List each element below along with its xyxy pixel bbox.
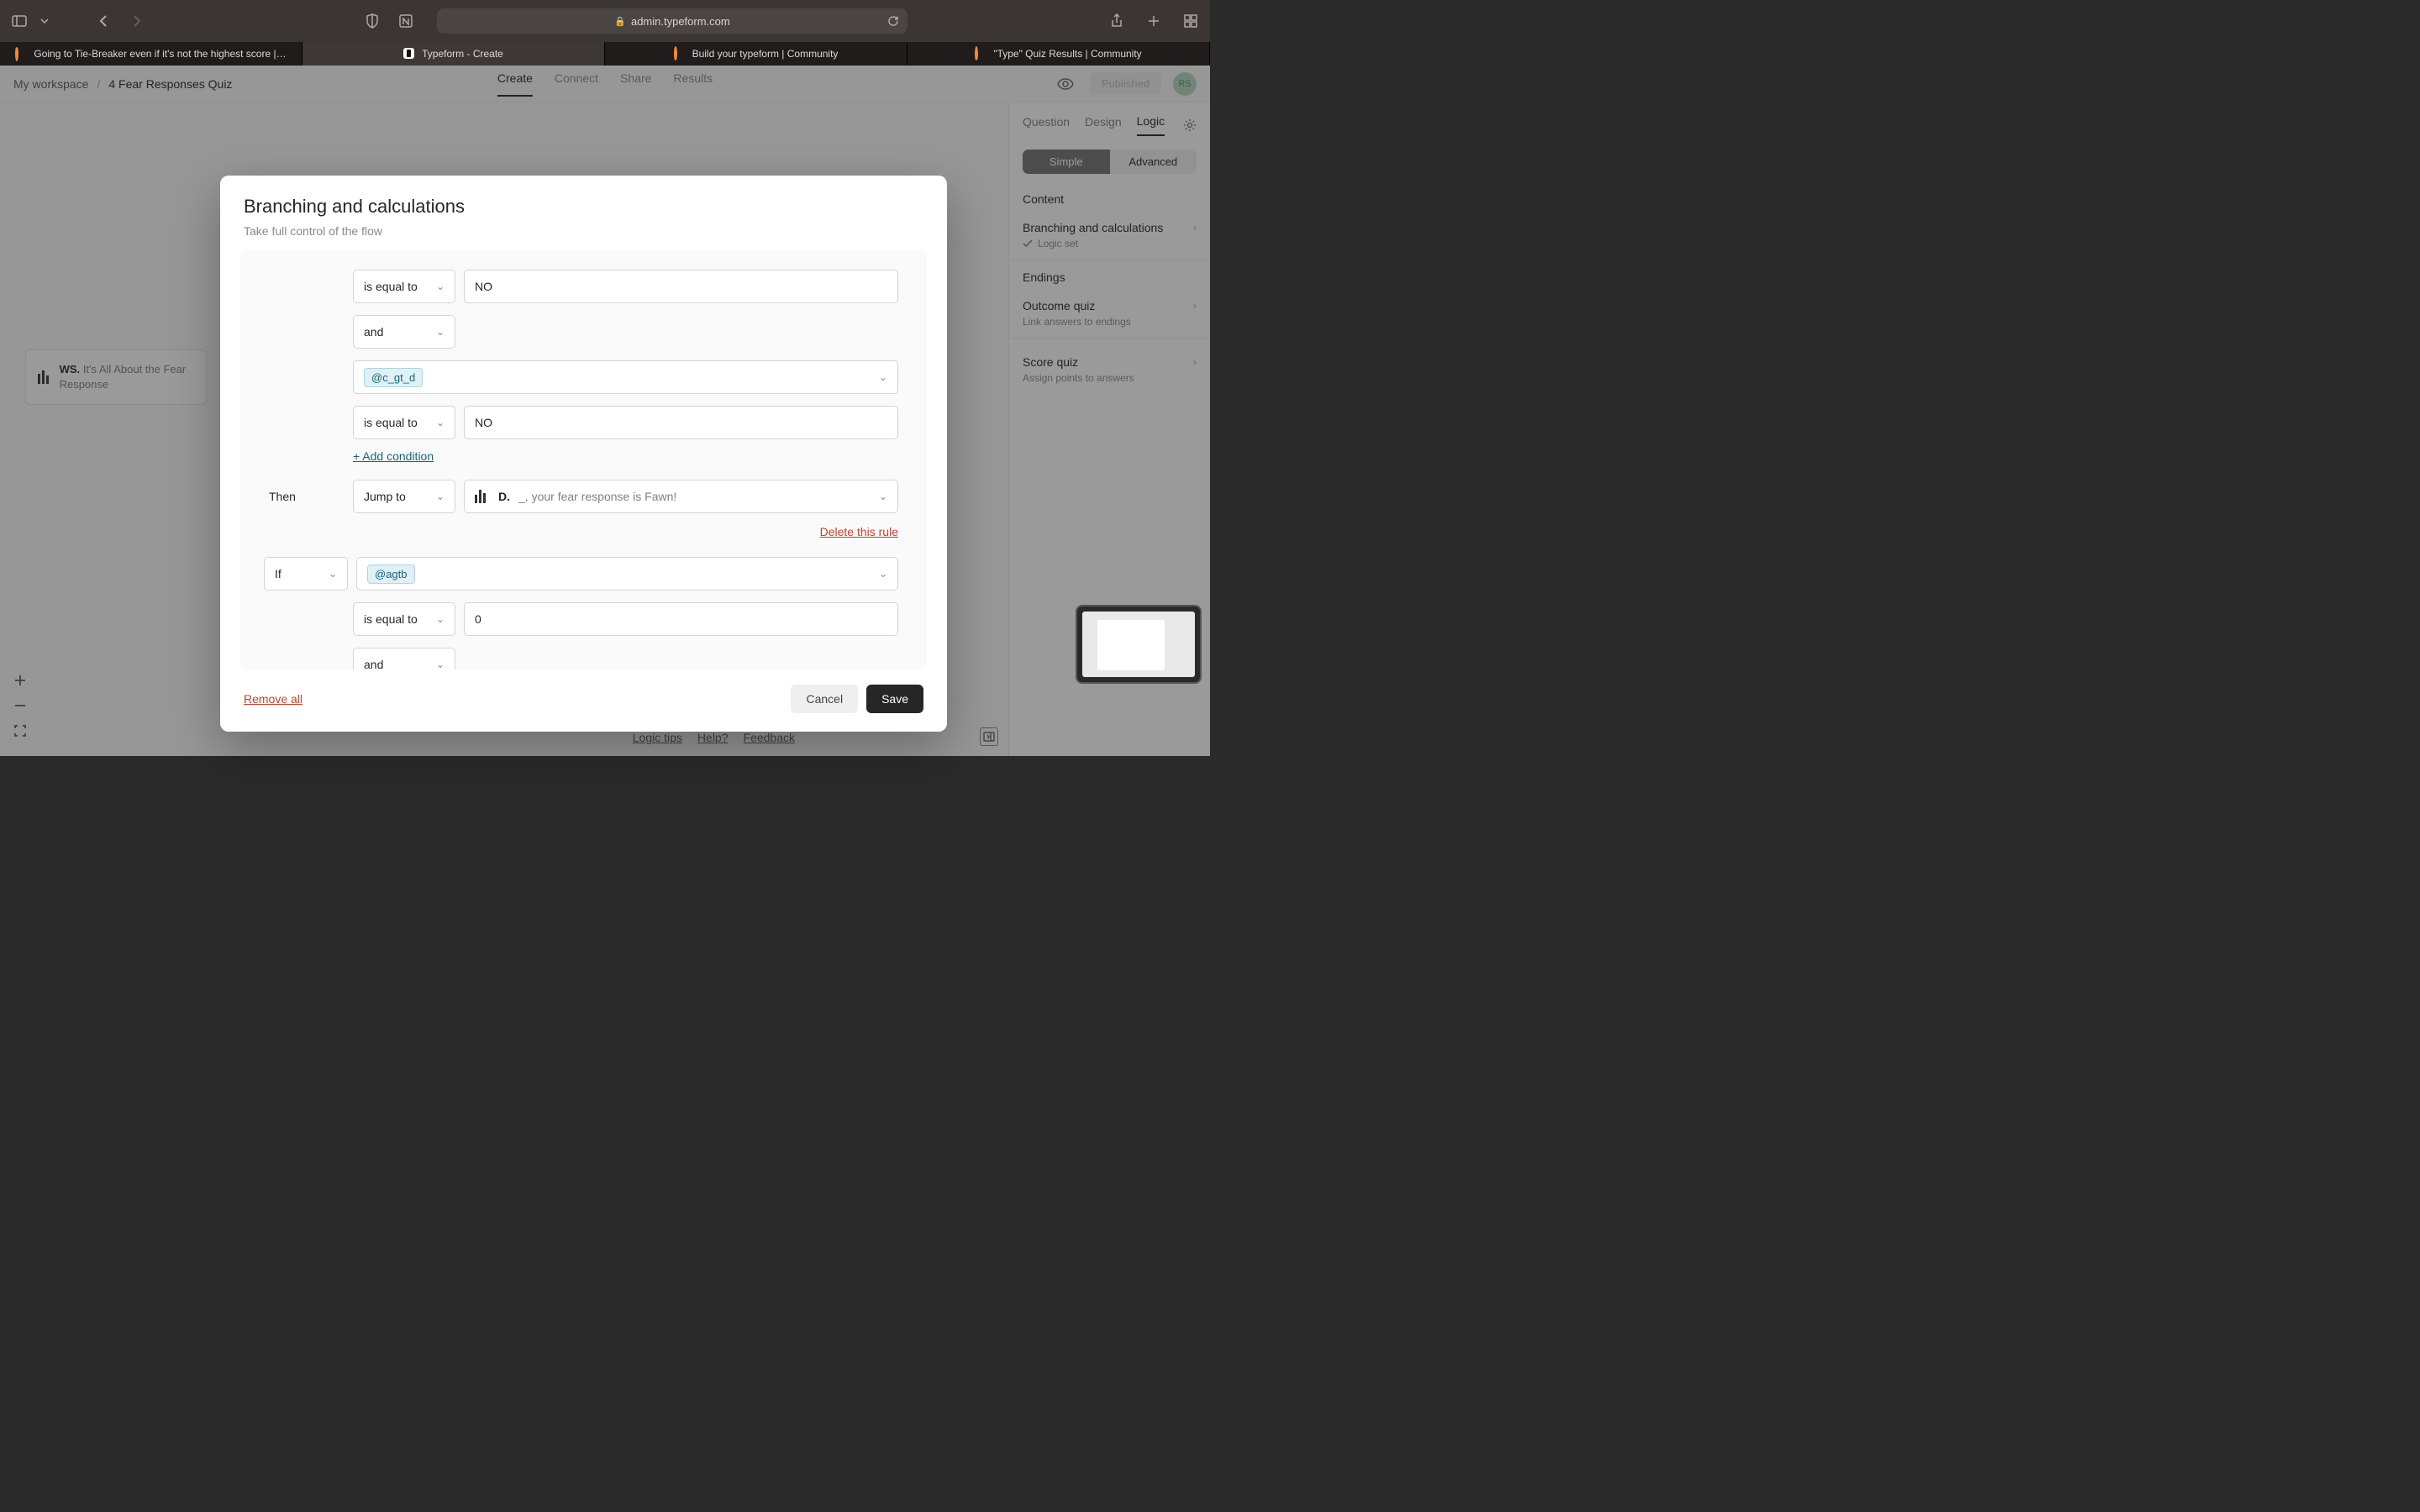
operator-select[interactable]: is equal to⌄ [353,406,455,439]
address-bar[interactable]: 🔒 admin.typeform.com [437,8,908,34]
tab-overview-icon[interactable] [1181,12,1200,30]
chevron-down-icon[interactable] [35,12,54,30]
browser-tab[interactable]: Going to Tie-Breaker even if it's not th… [0,42,302,66]
remove-all-link[interactable]: Remove all [244,692,302,706]
modal-title: Branching and calculations [244,196,923,218]
save-button[interactable]: Save [866,685,923,713]
value-input[interactable]: 0 [464,602,898,636]
cancel-button[interactable]: Cancel [791,685,858,713]
add-condition-link[interactable]: + Add condition [353,449,434,463]
chevron-down-icon: ⌄ [436,417,445,428]
favicon-icon [15,48,27,60]
ending-icon [475,490,490,503]
pip-thumbnail[interactable] [1076,605,1202,684]
conjunction-select[interactable]: and⌄ [353,648,455,669]
pip-preview [1082,612,1195,677]
browser-tab[interactable]: Typeform - Create [302,42,605,66]
operator-select[interactable]: is equal to⌄ [353,270,455,303]
value-input[interactable]: NO [464,270,898,303]
sidebar-toggle-icon[interactable] [10,12,29,30]
variable-select[interactable]: @agtb ⌄ [356,557,898,591]
new-tab-icon[interactable] [1144,12,1163,30]
chevron-down-icon: ⌄ [436,613,445,625]
share-icon[interactable] [1107,12,1126,30]
reload-icon[interactable] [887,15,899,27]
variable-chip: @agtb [367,564,415,584]
then-label: Then [269,490,345,503]
destination-select[interactable]: D. _, your fear response is Fawn! ⌄ [464,480,898,513]
lock-icon: 🔒 [614,16,626,27]
back-button[interactable] [94,12,113,30]
value-input[interactable]: NO [464,406,898,439]
favicon-icon [975,48,986,60]
rules-container: is equal to⌄ NO and⌄ @c_gt_d ⌄ [240,249,927,669]
chevron-down-icon: ⌄ [879,371,887,383]
notion-icon[interactable] [397,12,415,30]
favicon-icon [403,48,415,60]
browser-tab[interactable]: "Type" Quiz Results | Community [908,42,1210,66]
operator-select[interactable]: is equal to⌄ [353,602,455,636]
conjunction-select[interactable]: and⌄ [353,315,455,349]
chevron-down-icon: ⌄ [436,491,445,502]
chevron-down-icon: ⌄ [879,568,887,580]
variable-select[interactable]: @c_gt_d ⌄ [353,360,898,394]
branching-modal: Branching and calculations Take full con… [220,176,947,732]
chevron-down-icon: ⌄ [436,659,445,669]
tab-strip: Going to Tie-Breaker even if it's not th… [0,42,1210,66]
url-text: admin.typeform.com [631,15,730,28]
chevron-down-icon: ⌄ [436,281,445,292]
variable-chip: @c_gt_d [364,368,423,387]
modal-subtitle: Take full control of the flow [244,224,923,238]
shield-icon[interactable] [363,12,381,30]
if-select[interactable]: If⌄ [264,557,348,591]
chevron-down-icon: ⌄ [436,326,445,338]
chevron-down-icon: ⌄ [879,491,887,502]
favicon-icon [674,48,686,60]
browser-toolbar: 🔒 admin.typeform.com [0,0,1210,42]
app-root: My workspace / 4 Fear Responses Quiz Cre… [0,66,1210,756]
delete-rule-link[interactable]: Delete this rule [820,525,898,538]
chevron-down-icon: ⌄ [329,568,337,580]
browser-tab[interactable]: Build your typeform | Community [605,42,908,66]
action-select[interactable]: Jump to⌄ [353,480,455,513]
forward-button[interactable] [128,12,146,30]
